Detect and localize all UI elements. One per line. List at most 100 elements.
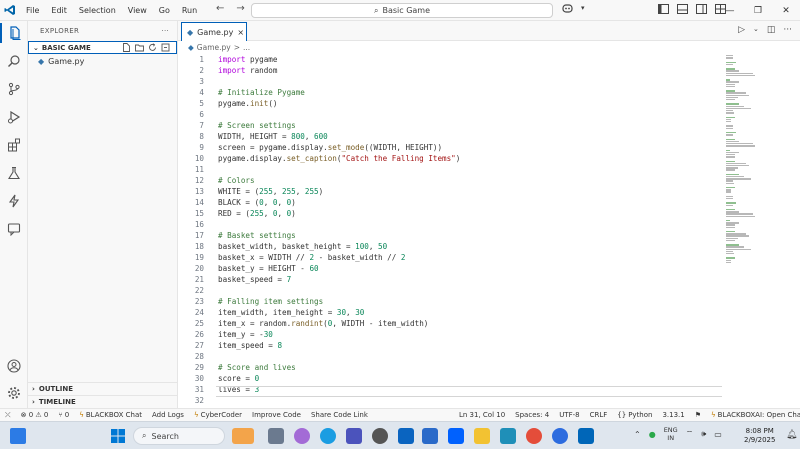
run-python-icon[interactable]: ▷ [738,25,745,35]
volume-icon[interactable]: 🕪︎ [701,429,706,439]
code-line[interactable]: 2 import random [178,65,724,76]
task-view-icon[interactable] [268,428,284,444]
windows-start-icon[interactable] [111,429,125,443]
code-line[interactable]: 23 # Falling item settings [178,296,724,307]
code-line[interactable]: 12 # Colors [178,175,724,186]
code-line[interactable]: 16 [178,219,724,230]
more-actions-icon[interactable]: ··· [783,25,792,35]
code-line[interactable]: 28 [178,351,724,362]
breadcrumb-file[interactable]: Game.py [197,43,231,52]
code-line[interactable]: 3 [178,76,724,87]
menu-file[interactable]: File [20,0,45,21]
language-indicator[interactable]: ENG IN [664,426,678,442]
blackbox-chat-status[interactable]: ϟ BLACKBOX Chat [74,411,147,419]
run-debug-icon[interactable] [4,107,24,127]
code-line[interactable]: 18 basket_width, basket_height = 100, 50 [178,241,724,252]
chevron-up-icon[interactable]: ⌃ [634,430,641,439]
code-line[interactable]: 25 item_x = random.randint(0, WIDTH - ite… [178,318,724,329]
new-file-icon[interactable] [122,43,131,52]
search-view-icon[interactable] [4,51,24,71]
code-line[interactable]: 30 score = 0 [178,373,724,384]
eol-status[interactable]: CRLF [585,411,613,419]
forward-arrow-icon[interactable]: → [236,3,244,14]
chrome-icon[interactable] [526,428,542,444]
code-line[interactable]: 13 WHITE = (255, 255, 255) [178,186,724,197]
blackbox-extension-icon[interactable] [4,191,24,211]
minimap[interactable] [724,53,800,408]
code-line[interactable]: 27 item_speed = 8 [178,340,724,351]
app-icon-2[interactable] [500,428,516,444]
timeline-section[interactable]: › TIMELINE [28,395,178,408]
share-code-link-status[interactable]: Share Code Link [306,411,373,419]
menu-view[interactable]: View [122,0,153,21]
run-dropdown-icon[interactable]: ⌄ [753,25,759,35]
account-icon[interactable] [4,356,24,376]
code-line[interactable]: 21 basket_speed = 7 [178,274,724,285]
copilot-icon[interactable] [562,3,573,13]
taskbar-search[interactable]: ⌕ Search [133,427,225,445]
menu-edit[interactable]: Edit [45,0,73,21]
code-line[interactable]: 11 [178,164,724,175]
breadcrumb-symbols[interactable]: ... [243,43,250,52]
code-line[interactable]: 22 [178,285,724,296]
outlook-icon[interactable] [398,428,414,444]
menu-go[interactable]: Go [153,0,176,21]
back-arrow-icon[interactable]: ← [216,3,224,14]
notification-center-icon[interactable]: 🔔︎ [786,430,797,440]
ports-status[interactable]: ⑂ 0 [53,411,74,419]
cursor-position-status[interactable]: Ln 31, Col 10 [454,411,510,419]
wifi-icon[interactable]: ⌔ [686,429,694,439]
tray-app-icon[interactable]: ● [649,430,656,439]
code-line[interactable]: 24 item_width, item_height = 30, 30 [178,307,724,318]
menu-run[interactable]: Run [176,0,203,21]
close-window-icon[interactable]: ✕ [772,0,800,21]
language-status[interactable]: {} Python [612,411,657,419]
menu-selection[interactable]: Selection [73,0,122,21]
extensions-icon[interactable] [4,135,24,155]
code-line[interactable]: 4 # Initialize Pygame [178,87,724,98]
maximize-icon[interactable]: ❐ [744,0,772,21]
blackboxai-status[interactable]: ϟ BLACKBOXAI: Open Chat [706,411,800,419]
toggle-panel-icon[interactable] [677,4,688,14]
copilot-dropdown-icon[interactable]: ▾ [581,4,585,12]
cybercoder-status[interactable]: ϟ CyberCoder [189,411,247,419]
encoding-status[interactable]: UTF-8 [554,411,584,419]
chat-icon[interactable] [4,219,24,239]
explorer-more-icon[interactable]: ··· [161,27,169,35]
minimize-icon[interactable]: — [716,0,744,21]
testing-flask-icon[interactable] [4,163,24,183]
improve-code-status[interactable]: Improve Code [247,411,306,419]
code-line[interactable]: 17 # Basket settings [178,230,724,241]
code-line[interactable]: 9 screen = pygame.display.set_mode((WIDTH… [178,142,724,153]
remote-icon[interactable]: ⤫ [0,411,16,420]
add-logs-status[interactable]: Add Logs [147,411,189,419]
bell-icon[interactable]: ⚑ [690,411,706,419]
outline-section[interactable]: › OUTLINE [28,382,178,395]
dropbox-icon[interactable] [448,428,464,444]
folder-header[interactable]: ⌄ BASIC GAME [28,41,177,54]
teams-icon[interactable] [346,428,362,444]
python-version-status[interactable]: 3.13.1 [657,411,689,419]
widgets-icon[interactable] [10,428,26,444]
code-line[interactable]: 20 basket_y = HEIGHT - 60 [178,263,724,274]
battery-icon[interactable]: ▭ [714,430,722,439]
code-line[interactable]: 5 pygame.init() [178,98,724,109]
code-line[interactable]: 26 item_y = -30 [178,329,724,340]
edge-icon[interactable] [320,428,336,444]
clock[interactable]: 8:08 PM 2/9/2025 [744,427,775,445]
tab-game-py[interactable]: ◆ Game.py × [181,22,247,41]
source-control-icon[interactable] [4,79,24,99]
split-editor-icon[interactable]: ◫ [767,25,776,35]
bing-game-icon[interactable] [232,428,254,444]
code-line[interactable]: 10 pygame.display.set_caption("Catch the … [178,153,724,164]
code-line[interactable]: 1 import pygame [178,54,724,65]
vscode-taskbar-icon[interactable] [578,428,594,444]
code-line[interactable]: 29 # Score and lives [178,362,724,373]
app-icon-3[interactable] [552,428,568,444]
file-explorer-icon[interactable] [474,428,490,444]
code-line[interactable]: 14 BLACK = (0, 0, 0) [178,197,724,208]
close-tab-icon[interactable]: × [237,28,244,37]
copilot-app-icon[interactable] [294,428,310,444]
toggle-secondary-sidebar-icon[interactable] [696,4,707,14]
code-line[interactable]: 8 WIDTH, HEIGHT = 800, 600 [178,131,724,142]
